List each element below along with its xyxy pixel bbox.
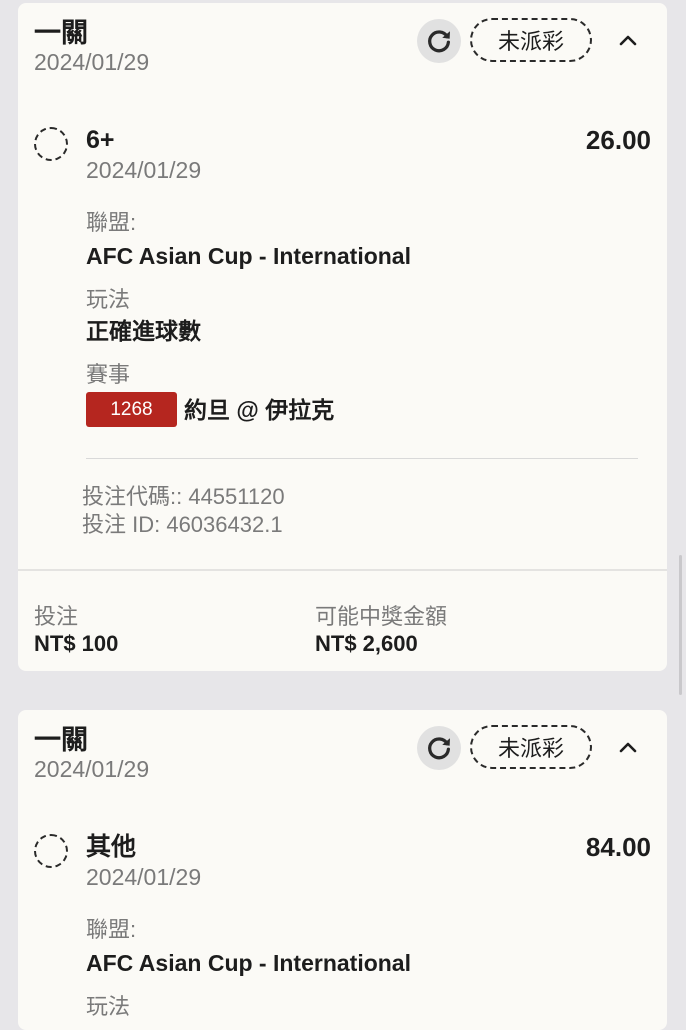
bet-date: 2024/01/29 (34, 49, 150, 75)
bet-card: 一關 2024/01/29 未派彩 6+ 26.00 2024/01/29 聯盟… (18, 3, 667, 671)
bet-type-label: 一關 (34, 18, 88, 48)
payout-value: NT$ 2,600 (315, 631, 418, 656)
refresh-icon (428, 737, 450, 760)
stake-label: 投注 (34, 604, 79, 629)
market-label: 玩法 (86, 994, 131, 1019)
divider (86, 458, 638, 459)
stake-value: NT$ 100 (34, 631, 119, 656)
event-name: 約旦 @ 伊拉克 (184, 397, 335, 423)
event-id-badge: 1268 (86, 392, 177, 427)
selection-date: 2024/01/29 (86, 157, 202, 183)
chevron-up-icon (619, 742, 637, 753)
league-value: AFC Asian Cup - International (86, 243, 411, 269)
league-label: 聯盟: (86, 917, 137, 942)
refresh-button[interactable] (417, 726, 461, 770)
collapse-button[interactable] (613, 732, 643, 762)
scrollbar[interactable] (676, 0, 686, 1000)
selection-status-icon (34, 834, 68, 868)
refresh-button[interactable] (417, 19, 461, 63)
status-badge: 未派彩 (470, 18, 592, 62)
bet-card: 一關 2024/01/29 未派彩 其他 84.00 2024/01/29 聯盟… (18, 710, 667, 1030)
event-label: 賽事 (86, 362, 131, 387)
league-value: AFC Asian Cup - International (86, 950, 411, 976)
scrollbar-thumb[interactable] (679, 555, 682, 695)
bet-code: 投注代碼:: 44551120 (82, 484, 285, 509)
market-value: 正確進球數 (86, 318, 201, 344)
selection-name: 其他 (86, 833, 137, 861)
selection-odds: 84.00 (585, 832, 651, 862)
league-label: 聯盟: (86, 210, 137, 235)
bet-date: 2024/01/29 (34, 756, 150, 782)
footer-divider (18, 569, 667, 571)
bet-type-label: 一關 (34, 725, 88, 755)
payout-label: 可能中獎金額 (315, 604, 448, 629)
market-label: 玩法 (86, 287, 131, 312)
selection-status-icon (34, 127, 68, 161)
chevron-up-icon (619, 35, 637, 46)
bet-id: 投注 ID: 46036432.1 (82, 512, 283, 537)
refresh-icon (428, 30, 450, 53)
selection-odds: 26.00 (585, 125, 651, 155)
status-badge: 未派彩 (470, 725, 592, 769)
collapse-button[interactable] (613, 25, 643, 55)
selection-date: 2024/01/29 (86, 864, 202, 890)
selection-name: 6+ (86, 126, 115, 154)
